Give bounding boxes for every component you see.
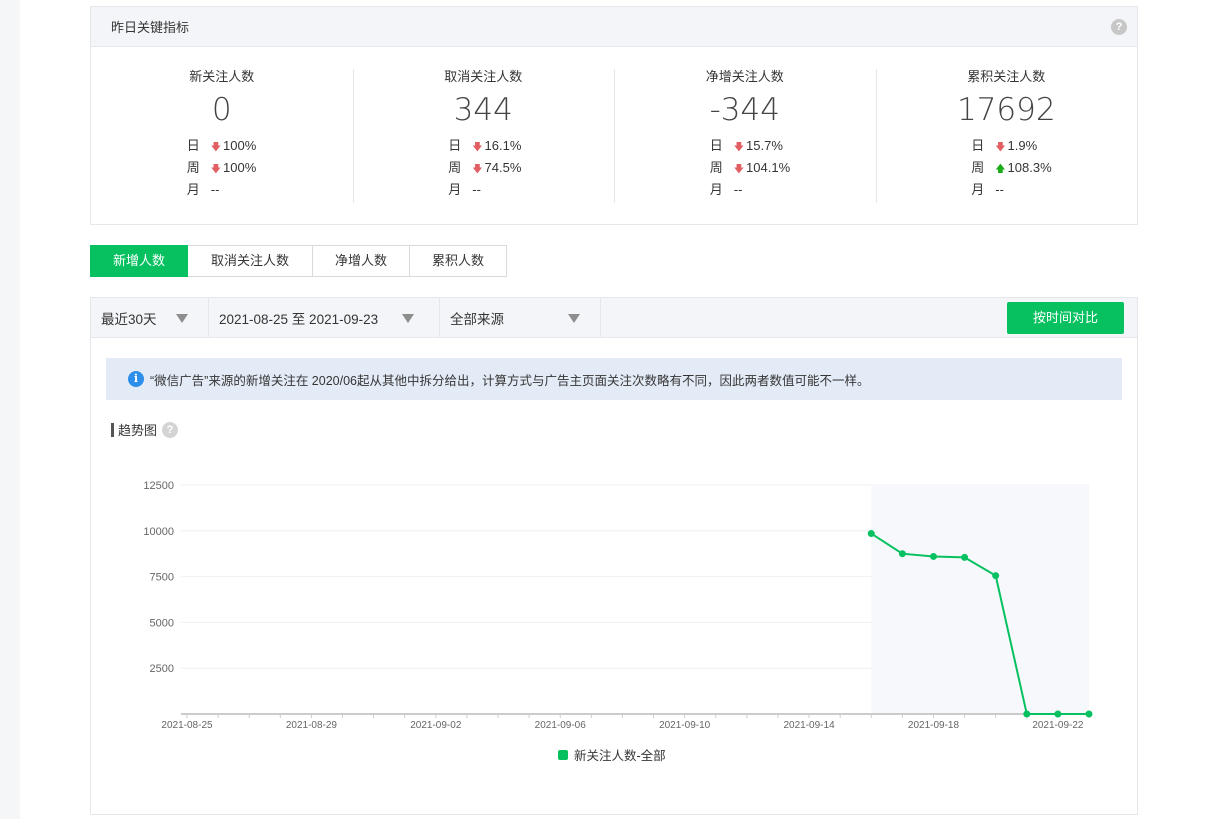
metric-day-change: 日 🡇 1.9%: [971, 136, 1041, 158]
tab-3[interactable]: 净增人数: [313, 245, 410, 277]
x-tick-label: 2021-09-14: [783, 720, 835, 731]
metric-day-change: 日 🡇 16.1%: [448, 136, 521, 158]
arrow-down-icon: 🡇: [733, 164, 745, 175]
y-tick-label: 2500: [150, 663, 174, 675]
trend-panel: 最近30天 2021-08-25 至 2021-09-23 全部来源 按时间对比…: [90, 297, 1138, 815]
metric-value: 17692: [956, 92, 1056, 128]
key-metrics-header: 昨日关键指标 ?: [91, 7, 1137, 47]
x-tick-label: 2021-08-25: [161, 720, 213, 731]
metric-day-change: 日 🡇 100%: [187, 136, 257, 158]
arrow-down-icon: 🡇: [472, 164, 483, 175]
tab-4[interactable]: 累积人数: [410, 245, 507, 277]
metric-changes: 日 🡇 16.1% 周 🡇 74.5% 月 --: [448, 136, 521, 200]
metric-week-change: 周 🡇 104.1%: [709, 158, 790, 180]
data-point: [1085, 710, 1093, 718]
day-pct: 1.9%: [1007, 138, 1038, 153]
day-label: 日: [448, 138, 462, 153]
metric-day-change: 日 🡇 15.7%: [709, 136, 783, 158]
trend-chart: 2500 5000 7500 10000 12500 2021-08-25 2021-08-…: [143, 480, 1093, 731]
month-pct: --: [210, 182, 220, 197]
key-metrics-title: 昨日关键指标: [111, 20, 190, 35]
metric-week-change: 周 🡇 74.5%: [448, 158, 521, 180]
metric-changes: 日 🡇 15.7% 周 🡇 104.1% 月 --: [709, 136, 790, 200]
day-label: 日: [186, 138, 200, 153]
arrow-down-icon: 🡇: [472, 142, 483, 153]
data-point: [929, 552, 937, 560]
data-point: [867, 530, 875, 538]
metric-tabs: 新增人数 取消关注人数 净增人数 累积人数: [90, 245, 507, 277]
week-pct: 104.1%: [746, 160, 791, 175]
page: 昨日关键指标 ? 新关注人数 0 日 🡇 100% 周 🡇 100% 月 -- 取消关注人数 344 日…: [20, 0, 1206, 819]
metric-value: 344: [453, 92, 513, 128]
data-point: [1023, 710, 1031, 718]
arrow-down-icon: 🡇: [733, 142, 745, 153]
metric-column: 取消关注人数 344 日 🡇 16.1% 周 🡇 74.5% 月 --: [352, 69, 615, 225]
week-label: 周: [186, 160, 200, 175]
month-label: 月: [448, 182, 462, 197]
day-pct: 16.1%: [484, 138, 522, 153]
week-label: 周: [709, 160, 723, 175]
chart-legend[interactable]: 新关注人数-全部: [558, 745, 666, 764]
metric-month-change: 月 --: [971, 180, 1041, 200]
month-pct: --: [733, 182, 743, 197]
arrow-up-icon: 🡅: [995, 164, 1006, 175]
tab-1[interactable]: 新增人数: [90, 245, 188, 277]
legend-swatch: [558, 749, 568, 760]
metric-month-change: 月 --: [710, 180, 780, 200]
month-label: 月: [709, 182, 723, 197]
metric-title: 净增关注人数: [705, 69, 784, 84]
data-point: [961, 553, 969, 561]
x-tick-label: 2021-09-10: [659, 720, 711, 731]
metric-week-change: 周 🡅 108.3%: [971, 158, 1051, 180]
arrow-down-icon: 🡇: [210, 142, 222, 153]
metric-month-change: 月 --: [448, 180, 518, 200]
month-label: 月: [971, 182, 985, 197]
day-label: 日: [709, 138, 723, 153]
tab-2[interactable]: 取消关注人数: [188, 245, 313, 277]
hover-range-area: [871, 485, 1089, 714]
y-tick-label: 7500: [150, 572, 174, 584]
metric-value: 0: [211, 92, 232, 128]
x-tick-label: 2021-09-18: [908, 720, 960, 731]
metric-value: -344: [709, 92, 780, 128]
key-metrics-card: 昨日关键指标 ? 新关注人数 0 日 🡇 100% 周 🡇 100% 月 -- 取消关注人数 344 日…: [90, 6, 1138, 225]
month-label: 月: [186, 182, 200, 197]
help-icon[interactable]: ?: [1111, 19, 1127, 35]
month-pct: --: [995, 182, 1004, 197]
x-tick-label: 2021-09-02: [410, 720, 462, 731]
metric-changes: 日 🡇 100% 周 🡇 100% 月 --: [187, 136, 257, 200]
metric-title: 取消关注人数: [444, 69, 523, 84]
arrow-down-icon: 🡇: [210, 164, 222, 175]
metric-column: 新关注人数 0 日 🡇 100% 周 🡇 100% 月 --: [91, 69, 353, 225]
metric-month-change: 月 --: [187, 180, 257, 200]
metric-week-change: 周 🡇 100%: [187, 158, 257, 180]
x-tick-label: 2021-08-29: [286, 720, 338, 731]
week-pct: 108.3%: [1007, 160, 1052, 175]
data-point: [898, 550, 906, 558]
legend-label: 新关注人数-全部: [574, 749, 666, 763]
day-pct: 15.7%: [746, 138, 783, 153]
x-tick-label: 2021-09-22: [1032, 720, 1084, 731]
y-tick-label: 12500: [143, 480, 174, 492]
week-pct: 74.5%: [484, 160, 522, 175]
x-tick-label: 2021-09-06: [535, 720, 587, 731]
data-point: [992, 572, 1000, 580]
metrics-body: 新关注人数 0 日 🡇 100% 周 🡇 100% 月 -- 取消关注人数 344 日 🡇 16.1% 周 🡇 7…: [91, 47, 1137, 225]
arrow-down-icon: 🡇: [995, 142, 1006, 153]
metric-title: 累积关注人数: [967, 69, 1046, 84]
week-label: 周: [448, 160, 462, 175]
y-tick-label: 5000: [150, 617, 174, 629]
y-tick-label: 10000: [143, 526, 174, 538]
day-pct: 100%: [223, 138, 257, 153]
metric-column: 净增关注人数 -344 日 🡇 15.7% 周 🡇 104.1% 月 --: [614, 69, 876, 225]
metric-title: 新关注人数: [189, 69, 255, 84]
data-point: [1054, 710, 1062, 718]
week-label: 周: [971, 160, 985, 175]
metric-changes: 日 🡇 1.9% 周 🡅 108.3% 月 --: [971, 136, 1051, 200]
day-label: 日: [971, 138, 985, 153]
week-pct: 100%: [223, 160, 257, 175]
metric-column: 累积关注人数 17692 日 🡇 1.9% 周 🡅 108.3% 月 --: [875, 69, 1138, 225]
month-pct: --: [472, 182, 481, 197]
